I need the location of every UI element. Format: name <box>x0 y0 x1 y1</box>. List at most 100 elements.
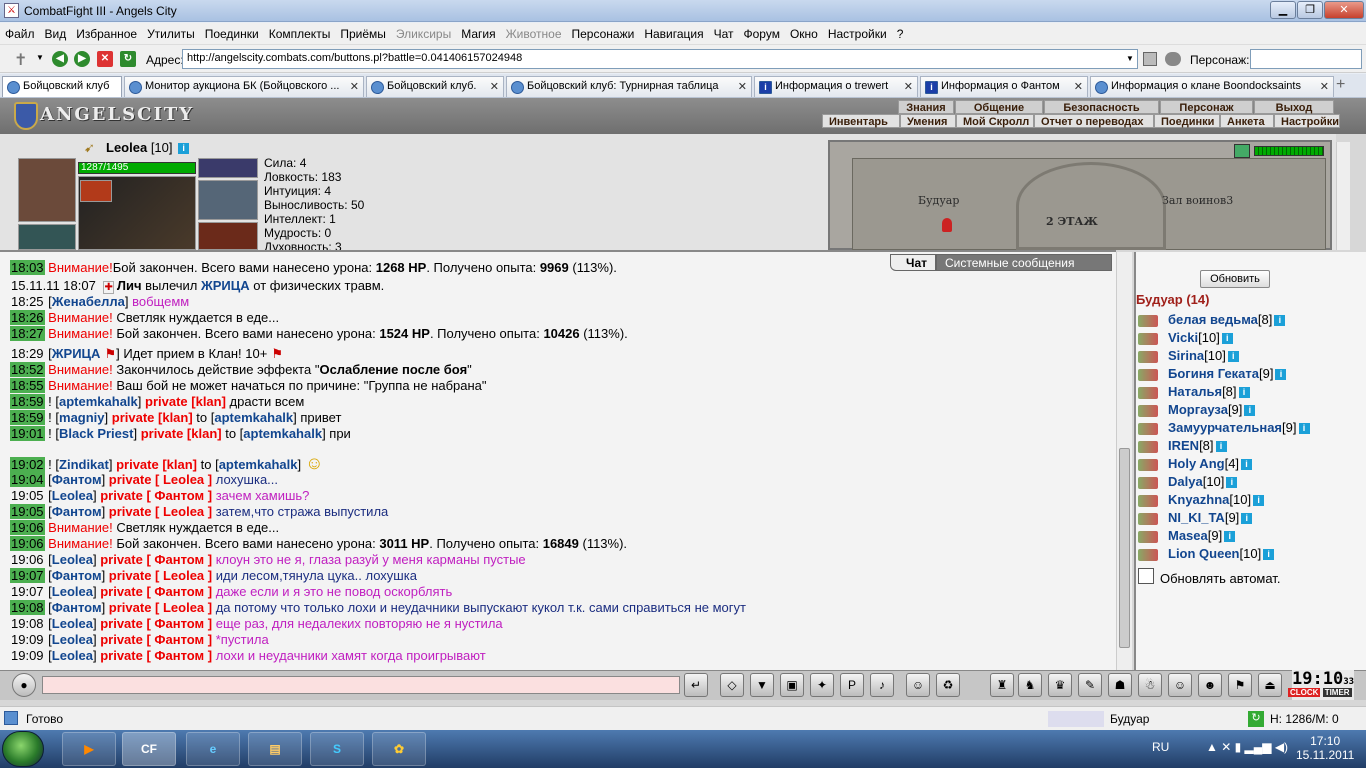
menu-item[interactable]: Животное <box>501 23 567 41</box>
tab-6[interactable]: i Информация о Фантом ✕ <box>920 76 1088 97</box>
chat-fragment[interactable]: Black Priest <box>59 426 133 441</box>
info-icon[interactable]: i <box>1244 405 1256 417</box>
user-action-icon[interactable] <box>1138 476 1158 489</box>
online-user[interactable]: Dalya[10] i <box>1138 474 1238 490</box>
stop-icon[interactable]: ✕ <box>97 51 113 67</box>
menu-item[interactable]: Приёмы <box>335 23 391 41</box>
chat-fragment[interactable]: Фантом <box>52 504 102 519</box>
tab-7[interactable]: Информация о клане Boondocksaints ✕ <box>1090 76 1334 97</box>
info-icon[interactable]: i <box>1215 441 1227 453</box>
smiley-icon[interactable]: ☺ <box>906 673 930 697</box>
pin-icon[interactable]: ✝ <box>14 50 27 70</box>
chat-fragment[interactable]: aptemkahalk <box>59 394 138 409</box>
tab-chat[interactable]: Чат <box>890 254 936 271</box>
ring-slots[interactable] <box>198 158 258 178</box>
online-user[interactable]: белая ведьма[8] i <box>1138 312 1286 328</box>
chat-fragment[interactable]: private [ Leolea ] <box>109 472 212 487</box>
users-icon[interactable] <box>1165 52 1181 66</box>
tray-clock[interactable]: 17:10 15.11.2011 <box>1296 734 1354 762</box>
translit-icon[interactable]: ♻ <box>936 673 960 697</box>
game-menu-bottom-item[interactable]: Инвентарь <box>822 114 900 128</box>
chat-fragment[interactable]: private [ Фантом ] <box>100 584 212 599</box>
info-icon[interactable]: i <box>1253 495 1265 507</box>
menu-item[interactable]: Магия <box>456 23 500 41</box>
chat-fragment[interactable]: Leolea <box>52 648 93 663</box>
user-name[interactable]: Моргауза <box>1168 402 1228 417</box>
emote-icon[interactable]: ✦ <box>810 673 834 697</box>
game-menu-bottom-item[interactable]: Умения <box>900 114 956 128</box>
info-icon[interactable]: i <box>1241 513 1253 525</box>
menu-item[interactable]: Файл <box>0 23 40 41</box>
map-sound-icon[interactable] <box>1234 144 1250 158</box>
icq-icon[interactable]: ✿ <box>372 732 426 766</box>
online-user[interactable]: IREN[8] i <box>1138 438 1227 454</box>
online-user[interactable]: NI_KI_TA[9] i <box>1138 510 1253 526</box>
user-action-icon[interactable] <box>1138 530 1158 543</box>
menu-item[interactable]: ? <box>892 23 909 41</box>
chat-fragment[interactable]: aptemkahalk <box>214 410 293 425</box>
refresh-button[interactable]: Обновить <box>1200 270 1270 288</box>
menu-item[interactable]: Навигация <box>639 23 708 41</box>
chat-fragment[interactable]: magniy <box>59 410 105 425</box>
user-action-icon[interactable] <box>1138 458 1158 471</box>
menu-item[interactable]: Окно <box>785 23 823 41</box>
chat-fragment[interactable]: private [klan] <box>141 426 222 441</box>
new-tab-icon[interactable]: + <box>1336 76 1345 94</box>
person-input[interactable] <box>1250 49 1362 69</box>
gift-icon[interactable]: ♛ <box>1048 673 1072 697</box>
info-icon[interactable]: i <box>1298 423 1310 435</box>
user-action-icon[interactable] <box>1138 422 1158 435</box>
tab-5[interactable]: i Информация о trewert ✕ <box>754 76 918 97</box>
info-icon[interactable]: i <box>1275 369 1287 381</box>
tab-2[interactable]: Монитор аукциона БК (Бойцовского ... ✕ <box>124 76 364 97</box>
filter-icon[interactable]: ▼ <box>750 673 774 697</box>
address-input[interactable]: http://angelscity.combats.com/buttons.pl… <box>182 49 1138 69</box>
helmet-slot[interactable] <box>18 158 76 222</box>
purse-icon[interactable]: ♞ <box>1018 673 1042 697</box>
user-name[interactable]: Наталья <box>1168 384 1222 399</box>
auto-refresh-checkbox[interactable] <box>1138 568 1154 584</box>
user-name[interactable]: Богиня Геката <box>1168 366 1259 381</box>
chat-fragment[interactable]: Женабелла <box>52 294 125 309</box>
chat-fragment[interactable]: Фантом <box>52 600 102 615</box>
chat-fragment[interactable]: Leolea <box>52 552 93 567</box>
user-action-icon[interactable] <box>1138 440 1158 453</box>
game-menu-top-item[interactable]: Знания <box>898 100 954 114</box>
close-button[interactable]: ✕ <box>1324 1 1364 19</box>
game-menu-top-item[interactable]: Выход <box>1254 100 1334 114</box>
chat-fragment[interactable]: Zindikat <box>59 457 109 472</box>
info-icon[interactable]: i <box>1238 387 1250 399</box>
chat-fragment[interactable]: aptemkahalk <box>219 457 298 472</box>
chat-fragment[interactable]: Leolea <box>52 488 93 503</box>
game-menu-bottom-item[interactable]: Поединки <box>1154 114 1220 128</box>
user-name[interactable]: белая ведьма <box>1168 312 1258 327</box>
folder-icon[interactable]: ▤ <box>248 732 302 766</box>
tab-close-icon[interactable]: ✕ <box>738 80 747 93</box>
weapon-slot[interactable] <box>80 180 112 202</box>
menu-item[interactable]: Комплекты <box>264 23 336 41</box>
chat-fragment[interactable]: private [ Фантом ] <box>100 616 212 631</box>
info-icon[interactable]: i <box>1224 531 1236 543</box>
user-name[interactable]: Dalya <box>1168 474 1203 489</box>
tab-close-icon[interactable]: ✕ <box>490 80 499 93</box>
ie-icon[interactable]: e <box>186 732 240 766</box>
online-user[interactable]: Богиня Геката[9] i <box>1138 366 1287 382</box>
chat-fragment[interactable]: Leolea <box>52 616 93 631</box>
menu-item[interactable]: Настройки <box>823 23 892 41</box>
user-name[interactable]: Masea <box>1168 528 1208 543</box>
chat-fragment[interactable]: Фантом <box>52 472 102 487</box>
music-icon[interactable]: ♪ <box>870 673 894 697</box>
tab-close-icon[interactable]: ✕ <box>1320 80 1329 93</box>
online-user[interactable]: Замуурчательная[9] i <box>1138 420 1310 436</box>
chat-fragment[interactable]: Leolea <box>52 584 93 599</box>
chat-fragment[interactable]: private [ Фантом ] <box>100 632 212 647</box>
user-action-icon[interactable] <box>1138 332 1158 345</box>
menu-item[interactable]: Избранное <box>71 23 142 41</box>
online-user[interactable]: Моргауза[9] i <box>1138 402 1256 418</box>
chat-fragment[interactable]: aptemkahalk <box>243 426 322 441</box>
user-action-icon[interactable] <box>1138 314 1158 327</box>
menu-item[interactable]: Чат <box>709 23 739 41</box>
group-icon[interactable]: ☺ <box>1168 673 1192 697</box>
user-name[interactable]: Knyazhna <box>1168 492 1229 507</box>
menu-item[interactable]: Утилиты <box>142 23 200 41</box>
